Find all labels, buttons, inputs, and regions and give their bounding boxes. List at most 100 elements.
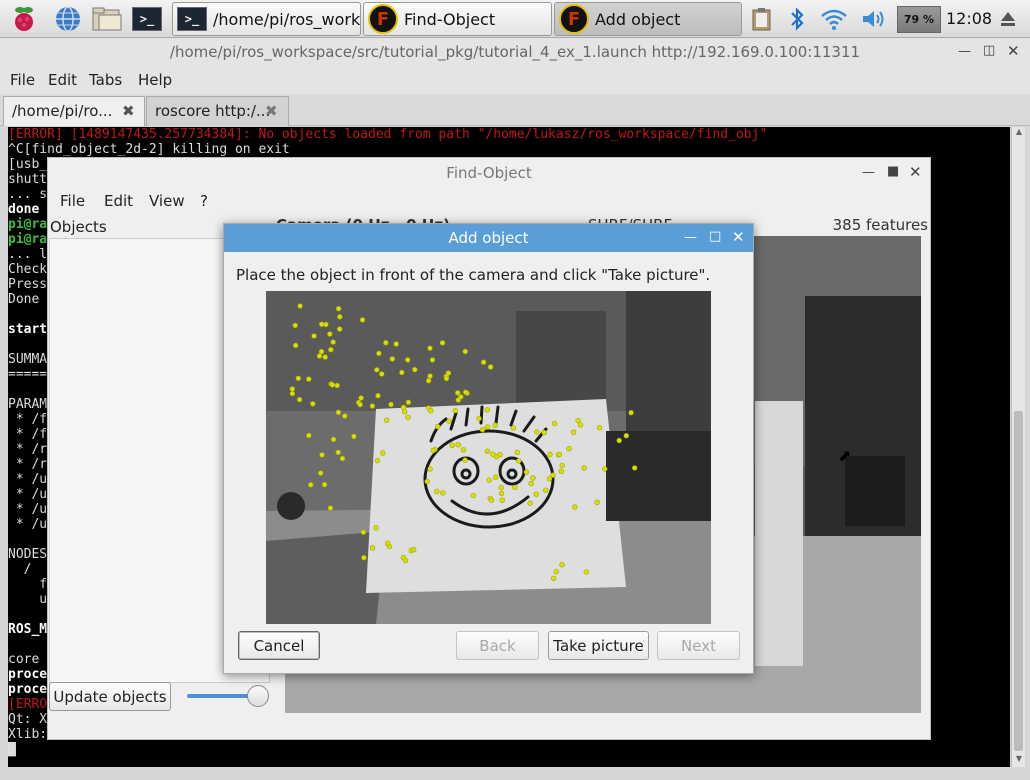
keypoint-marker (405, 399, 412, 406)
menu-file[interactable]: File (10, 71, 35, 89)
maximize-icon[interactable]: ■ (887, 164, 899, 179)
keypoint-marker (359, 317, 366, 323)
minimize-icon[interactable]: — (958, 44, 971, 59)
maximize-icon[interactable]: ◫ (983, 43, 995, 58)
keypoint-marker (358, 395, 364, 401)
battery-indicator[interactable]: 79 % (897, 6, 941, 33)
close-icon[interactable]: ✕ (909, 163, 922, 181)
update-objects-button[interactable]: Update objects (49, 682, 171, 711)
keypoint-marker (295, 375, 301, 382)
keypoint-marker (383, 339, 389, 346)
raspberry-menu-icon[interactable] (8, 4, 40, 34)
file-manager-icon[interactable] (90, 4, 124, 34)
tab-close-icon[interactable]: ✖ (265, 97, 278, 125)
next-button[interactable]: Next (657, 631, 740, 660)
terminal-title: /home/pi/ros_workspace/src/tutorial_pkg/… (0, 38, 1030, 66)
volume-icon[interactable] (858, 4, 890, 34)
keypoint-marker (310, 401, 316, 407)
tab-close-icon[interactable]: ✖ (122, 97, 135, 125)
close-icon[interactable]: ✕ (1007, 42, 1020, 60)
keypoint-marker (289, 386, 295, 392)
clipboard-icon[interactable] (748, 4, 776, 34)
terminal-menubar: File Edit Tabs Help (0, 66, 1030, 94)
mouse-cursor-icon: ⬈ (838, 446, 852, 465)
keypoint-marker (428, 408, 434, 414)
keypoint-marker (498, 490, 505, 497)
keypoint-marker (546, 476, 553, 482)
take-picture-button[interactable]: Take picture (548, 631, 649, 660)
scroll-up-icon[interactable]: ▲ (1013, 127, 1025, 139)
slider-handle[interactable] (247, 685, 269, 707)
keypoint-marker (405, 414, 411, 421)
minimize-icon[interactable]: — (684, 230, 697, 245)
clock[interactable]: 12:08 (946, 9, 992, 28)
keypoint-marker (594, 499, 600, 506)
keypoint-marker (361, 555, 367, 561)
menu-file[interactable]: File (60, 192, 85, 210)
keypoint-marker (412, 366, 418, 373)
keypoint-marker (318, 321, 325, 327)
keypoint-marker (570, 429, 577, 435)
keypoint-marker (357, 401, 363, 408)
keypoint-marker (427, 466, 433, 472)
eject-icon[interactable] (995, 6, 1021, 32)
keypoint-marker (424, 478, 430, 485)
keypoint-marker (330, 436, 337, 443)
bluetooth-icon[interactable] (784, 4, 810, 34)
keypoint-marker (616, 437, 622, 444)
scrollbar-thumb[interactable] (1014, 411, 1023, 751)
keypoint-marker (334, 382, 340, 389)
keypoint-marker (455, 442, 461, 448)
wifi-icon[interactable] (818, 4, 850, 34)
scroll-down-icon[interactable]: ▼ (1013, 754, 1025, 766)
menu-help[interactable]: Help (138, 71, 172, 89)
keypoint-marker (628, 409, 634, 416)
back-button[interactable]: Back (456, 631, 539, 660)
keypoint-marker (523, 469, 530, 475)
task-add-object-label: Add object (595, 9, 681, 29)
keypoint-marker (602, 466, 608, 472)
menu-view[interactable]: View (149, 192, 185, 210)
terminal-tab-2[interactable]: roscore http:/... ✖ (146, 96, 289, 126)
keypoint-marker (462, 348, 468, 355)
keypoint-marker (329, 382, 336, 388)
keypoint-marker (558, 468, 564, 475)
keypoint-marker (583, 569, 589, 575)
keypoint-marker (551, 575, 557, 581)
keypoint-marker (449, 442, 455, 449)
maximize-icon[interactable]: □ (709, 229, 721, 244)
terminal-tab-1[interactable]: /home/pi/ro... ✖ (3, 96, 145, 126)
keypoint-marker (566, 446, 572, 452)
task-add-object[interactable]: F Add object (554, 2, 742, 36)
keypoint-marker (488, 497, 495, 503)
close-icon[interactable]: ✕ (732, 228, 745, 246)
menu-tabs[interactable]: Tabs (89, 71, 122, 89)
minimize-icon[interactable]: — (862, 165, 875, 180)
terminal-launcher-icon[interactable]: >_ (130, 4, 164, 34)
keypoint-marker (402, 557, 409, 564)
task-find-object-label: Find-Object (404, 9, 496, 29)
menu-edit[interactable]: Edit (48, 71, 77, 89)
terminal-icon: >_ (177, 7, 207, 31)
keypoint-marker (322, 354, 328, 360)
keypoint-marker (335, 409, 342, 416)
cancel-button[interactable]: Cancel (238, 631, 320, 660)
taskbar: >_ >_ /home/pi/ros_work... F Find-Object… (0, 0, 1030, 38)
keypoint-marker (376, 350, 382, 357)
keypoint-marker (527, 500, 533, 506)
keypoint-marker (399, 369, 405, 376)
keypoint-marker (597, 425, 603, 431)
keypoint-marker (581, 465, 587, 471)
menu-edit[interactable]: Edit (104, 192, 133, 210)
task-find-object[interactable]: F Find-Object (363, 2, 552, 36)
keypoint-marker (401, 408, 408, 415)
keypoint-marker (460, 447, 467, 453)
browser-globe-icon[interactable] (52, 4, 84, 34)
menu-help[interactable]: ? (200, 192, 208, 210)
terminal-scrollbar[interactable]: ▲ ▼ (1011, 127, 1025, 767)
keypoint-marker (335, 306, 342, 312)
keypoint-marker (318, 348, 325, 355)
keypoint-marker (328, 346, 334, 353)
task-terminal[interactable]: >_ /home/pi/ros_work... (172, 2, 361, 36)
keypoint-marker (487, 364, 494, 370)
